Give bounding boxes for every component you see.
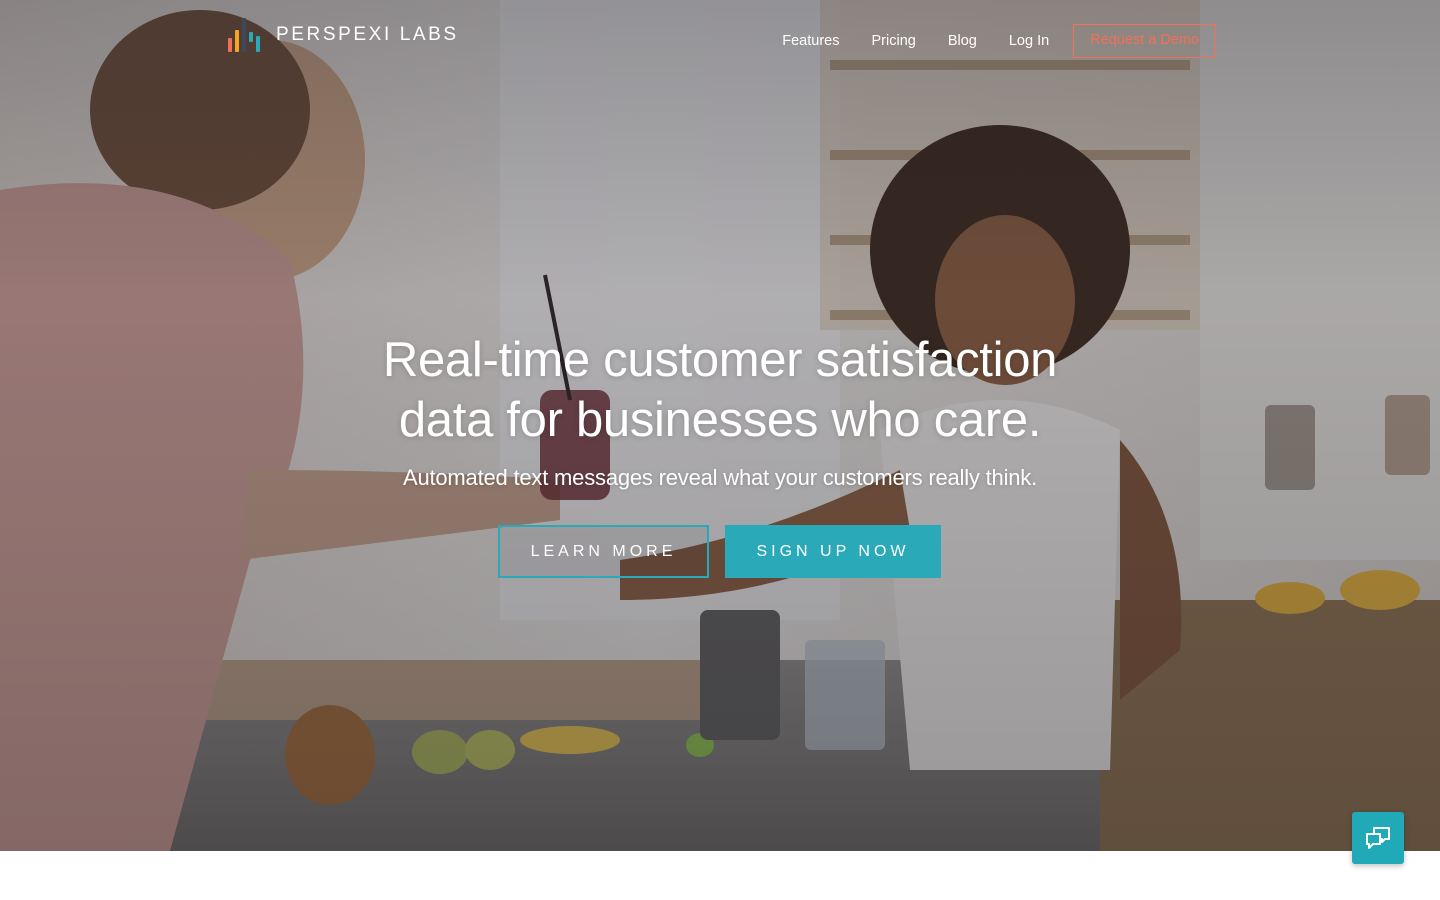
hero-cta-group: LEARN MORE SIGN UP NOW: [498, 525, 941, 578]
nav-pricing[interactable]: Pricing: [872, 25, 916, 57]
sign-up-button[interactable]: SIGN UP NOW: [725, 525, 941, 578]
chat-bubbles-icon: [1366, 827, 1390, 849]
learn-more-button[interactable]: LEARN MORE: [498, 525, 709, 578]
nav-features[interactable]: Features: [782, 25, 839, 57]
hero-subheadline: Automated text messages reveal what your…: [402, 465, 1038, 490]
nav-blog[interactable]: Blog: [948, 25, 977, 57]
brand-name: PERSPEXI LABS: [276, 24, 459, 45]
logo-bars-icon: [228, 18, 264, 52]
hero-headline: Real-time customer satisfaction data for…: [0, 330, 1440, 450]
chat-widget-button[interactable]: [1352, 812, 1404, 864]
brand-logo[interactable]: PERSPEXI LABS: [228, 18, 459, 52]
hero-headline-line2: data for businesses who care.: [398, 393, 1042, 447]
hero-headline-line1: Real-time customer satisfaction: [382, 333, 1058, 387]
nav-login[interactable]: Log In: [1009, 25, 1049, 57]
hero-section: PERSPEXI LABS Features Pricing Blog Log …: [0, 0, 1440, 851]
main-nav: Features Pricing Blog Log In Request a D…: [782, 24, 1216, 58]
request-demo-button[interactable]: Request a Demo: [1073, 24, 1216, 58]
